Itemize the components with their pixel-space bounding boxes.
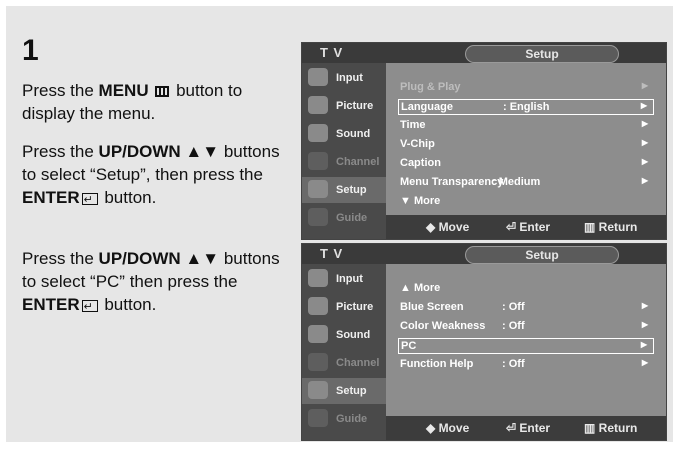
footer-return: ▥ Return [584,220,638,234]
osd-title: Setup [465,246,619,264]
footer-enter: ⏎ Enter [506,421,551,435]
tv-label: T V [320,45,344,60]
sidebar-item-setup[interactable]: Setup [302,177,386,203]
arrow-right-icon: ▶ [640,101,647,110]
osd-sidebar: Input Picture Sound Channel Setup Guide [302,63,386,239]
arrow-right-icon: ▶ [641,119,648,128]
menu-row-vchip[interactable]: V-Chip ▶ [398,137,654,153]
osd-footer: ◆ Move ⏎ Enter ▥ Return [386,215,666,239]
setup-icon [308,180,328,198]
arrow-right-icon: ▶ [641,320,648,329]
menu-button-icon [155,86,170,98]
sidebar-item-channel[interactable]: Channel [302,350,386,376]
arrow-right-icon: ▶ [641,157,648,166]
enter-button-icon [81,189,98,212]
osd-menu-list: ▲ More Blue Screen: Off ▶ Color Weakness:… [386,264,666,416]
enter-icon: ⏎ [506,421,520,435]
menu-row-time[interactable]: Time ▶ [398,118,654,134]
arrow-right-icon: ▶ [641,138,648,147]
footer-return: ▥ Return [584,421,638,435]
menu-row-pc[interactable]: PC ▶ [398,338,654,354]
sidebar-item-guide[interactable]: Guide [302,205,386,231]
osd-footer: ◆ Move ⏎ Enter ▥ Return [386,416,666,440]
menu-row-caption[interactable]: Caption ▶ [398,156,654,172]
guide-icon [308,409,328,427]
arrow-right-icon: ▶ [641,81,648,90]
arrow-right-icon: ▶ [641,358,648,367]
sidebar-item-sound[interactable]: Sound [302,322,386,348]
menu-row-blue-screen[interactable]: Blue Screen: Off ▶ [398,300,654,316]
footer-move: ◆ Move [426,421,470,435]
input-icon [308,68,328,86]
guide-icon [308,208,328,226]
sidebar-item-sound[interactable]: Sound [302,121,386,147]
return-icon: ▥ [584,421,599,435]
sidebar-item-input[interactable]: Input [302,266,386,292]
channel-icon [308,152,328,170]
sidebar-item-channel[interactable]: Channel [302,149,386,175]
osd-header: T V Setup [302,43,666,63]
enter-icon: ⏎ [506,220,520,234]
footer-enter: ⏎ Enter [506,220,551,234]
sidebar-item-setup[interactable]: Setup [302,378,386,404]
osd-menu-list: Plug & Play ▶ Language: English ▶ Time ▶ V-… [386,63,666,215]
instruction-1: Press the MENU button to display the men… [22,81,243,123]
picture-icon [308,96,328,114]
osd-header: T V Setup [302,244,666,264]
sidebar-item-picture[interactable]: Picture [302,294,386,320]
arrow-right-icon: ▶ [640,340,647,349]
menu-row-language[interactable]: Language: English ▶ [398,99,654,115]
osd-sidebar: Input Picture Sound Channel Setup Guide [302,264,386,440]
return-icon: ▥ [584,220,599,234]
menu-row-function-help[interactable]: Function Help: Off ▶ [398,357,654,373]
instruction-3: Press the UP/DOWN ▲▼ buttons to select “… [22,247,292,319]
step-number: 1 [22,34,39,67]
channel-icon [308,353,328,371]
sound-icon [308,325,328,343]
tv-label: T V [320,246,344,261]
sidebar-item-input[interactable]: Input [302,65,386,91]
arrow-right-icon: ▶ [641,176,648,185]
arrow-right-icon: ▶ [641,301,648,310]
sidebar-item-guide[interactable]: Guide [302,406,386,432]
osd-screen-setup-2: T V Setup Input Picture Sound Channel Se… [301,243,667,441]
setup-icon [308,381,328,399]
sidebar-item-picture[interactable]: Picture [302,93,386,119]
picture-icon [308,297,328,315]
menu-row-more-up[interactable]: ▲ More [398,281,654,297]
sound-icon [308,124,328,142]
manual-page: 1 Press the MENU button to display the m… [6,6,673,442]
enter-button-icon [81,296,98,319]
menu-row-color-weakness[interactable]: Color Weakness: Off ▶ [398,319,654,335]
input-icon [308,269,328,287]
menu-row-menu-transparency[interactable]: Menu Transparency: Medium ▶ [398,175,654,191]
menu-row-more-down[interactable]: ▼ More [398,194,654,210]
osd-title: Setup [465,45,619,63]
instruction-2: Press the UP/DOWN ▲▼ buttons to select “… [22,140,292,212]
osd-screen-setup-1: T V Setup Input Picture Sound Channel Se… [301,42,667,240]
menu-row-plug-play[interactable]: Plug & Play ▶ [398,80,654,96]
footer-move: ◆ Move [426,220,470,234]
